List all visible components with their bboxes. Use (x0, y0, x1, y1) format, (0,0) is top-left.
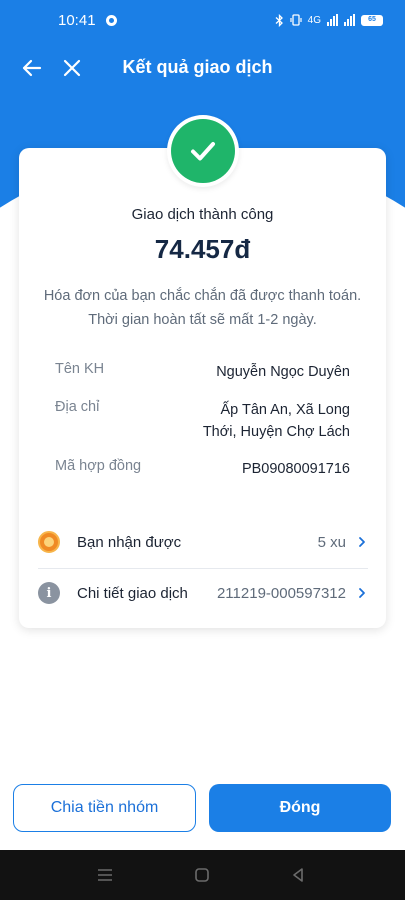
detail-value: Ấp Tân An, Xã Long Thới, Huyện Chợ Lách (203, 399, 350, 443)
signal-icon-2 (344, 14, 355, 26)
menu-icon[interactable] (96, 867, 114, 883)
divider (38, 568, 368, 569)
transaction-detail-row[interactable]: i Chi tiết giao dịch 211219-000597312 (38, 571, 368, 615)
payment-note: Hóa đơn của bạn chắc chắn đã được thanh … (19, 284, 386, 332)
detail-value: PB09080091716 (241, 461, 350, 477)
address-line-1: Ấp Tân An, Xã Long (220, 402, 350, 418)
success-badge (167, 115, 239, 187)
info-icon: i (38, 582, 60, 604)
transaction-amount: 74.457đ (154, 234, 251, 264)
coin-icon (38, 531, 60, 553)
transaction-id: 211219-000597312 (216, 584, 346, 602)
network-label: 4G (307, 14, 321, 26)
system-navigation-bar (0, 850, 405, 900)
payment-note-line-2: Thời gian hoàn tất sẽ mất 1-2 ngày. (88, 312, 317, 328)
navigation-bar: Kết quả giao dịch (0, 40, 405, 96)
page-title: Kết quả giao dịch (122, 57, 273, 77)
transaction-detail-label: Chi tiết giao dịch (77, 584, 188, 602)
rewards-value: 5 xu (317, 533, 346, 551)
detail-row-customer: Tên KH Nguyễn Ngọc Duyên (55, 361, 350, 383)
vibrate-icon (290, 14, 302, 26)
detail-label: Mã hợp đồng (55, 458, 142, 474)
battery-icon: 65 (361, 14, 383, 26)
checkmark-icon (191, 142, 215, 161)
detail-label: Tên KH (55, 361, 105, 377)
chevron-right-icon (359, 588, 365, 598)
rewards-row[interactable]: Bạn nhận được 5 xu (38, 520, 368, 564)
payment-note-line-1: Hóa đơn của bạn chắc chắn đã được thanh … (43, 288, 362, 304)
detail-label: Địa chỉ (55, 399, 100, 415)
signal-icon (327, 14, 338, 26)
address-line-2: Thới, Huyện Chợ Lách (202, 424, 350, 440)
close-button[interactable]: Đóng (209, 784, 391, 832)
detail-row-address: Địa chỉ Ấp Tân An, Xã Long Thới, Huyện C… (55, 399, 350, 443)
detail-value: Nguyễn Ngọc Duyên (216, 364, 350, 380)
chevron-right-icon (359, 537, 365, 547)
home-icon[interactable] (194, 867, 210, 883)
bluetooth-icon (275, 13, 283, 27)
notification-icon (105, 14, 117, 26)
transaction-status: Giao dịch thành công (131, 206, 274, 223)
back-icon[interactable] (290, 867, 306, 883)
split-bill-button[interactable]: Chia tiền nhóm (13, 784, 196, 832)
status-bar: 10:41 4G 65 (0, 0, 405, 40)
clock: 10:41 (58, 11, 96, 29)
detail-row-contract: Mã hợp đồng PB09080091716 (55, 458, 350, 480)
rewards-label: Bạn nhận được (77, 533, 182, 551)
